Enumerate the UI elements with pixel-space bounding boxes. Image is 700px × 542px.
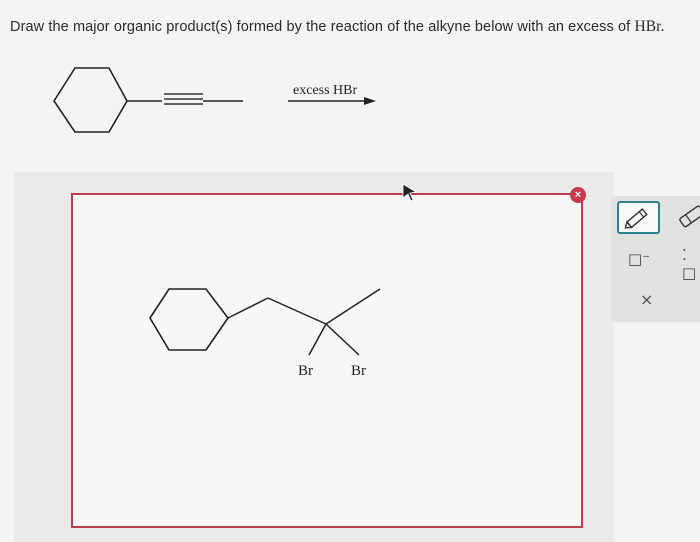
question-prompt: Draw the major organic product(s) formed… xyxy=(10,19,631,35)
lone-pair-tool-button[interactable]: ⁚□ xyxy=(682,246,700,282)
product-bond-ring-ch2 xyxy=(227,297,269,319)
mouse-cursor-icon xyxy=(402,183,418,201)
product-bond-c-br-left xyxy=(308,323,327,356)
drawing-area[interactable]: Br Br xyxy=(71,193,583,528)
reaction-arrow-label: excess HBr xyxy=(293,83,357,98)
product-atom-br-right: Br xyxy=(351,363,366,379)
eraser-icon xyxy=(679,205,700,228)
reactant-triple-bond xyxy=(164,93,203,105)
product-bond-cbr2-ch3 xyxy=(325,288,381,325)
product-bond-c-br-right xyxy=(325,323,360,356)
product-bond-ch2-cbr2 xyxy=(267,297,327,325)
product-atom-br-left: Br xyxy=(298,363,313,379)
eraser-tool-button[interactable] xyxy=(676,201,700,234)
negative-charge-tool-button[interactable]: □⁻ xyxy=(628,250,650,268)
clear-drawing-button[interactable]: × xyxy=(570,187,586,203)
reaction-scheme: excess HBr xyxy=(53,67,376,133)
question-text: Draw the major organic product(s) formed… xyxy=(10,18,690,36)
question-reagent: HBr. xyxy=(634,18,665,35)
pencil-tool-button[interactable] xyxy=(617,201,660,234)
product-structure: Br Br xyxy=(149,288,381,379)
product-cyclohexane-ring xyxy=(149,288,229,351)
pencil-icon xyxy=(624,208,648,229)
reactant-cyclohexane-ring xyxy=(53,67,128,133)
delete-tool-button[interactable]: × xyxy=(640,290,653,309)
reaction-arrow xyxy=(288,97,376,105)
